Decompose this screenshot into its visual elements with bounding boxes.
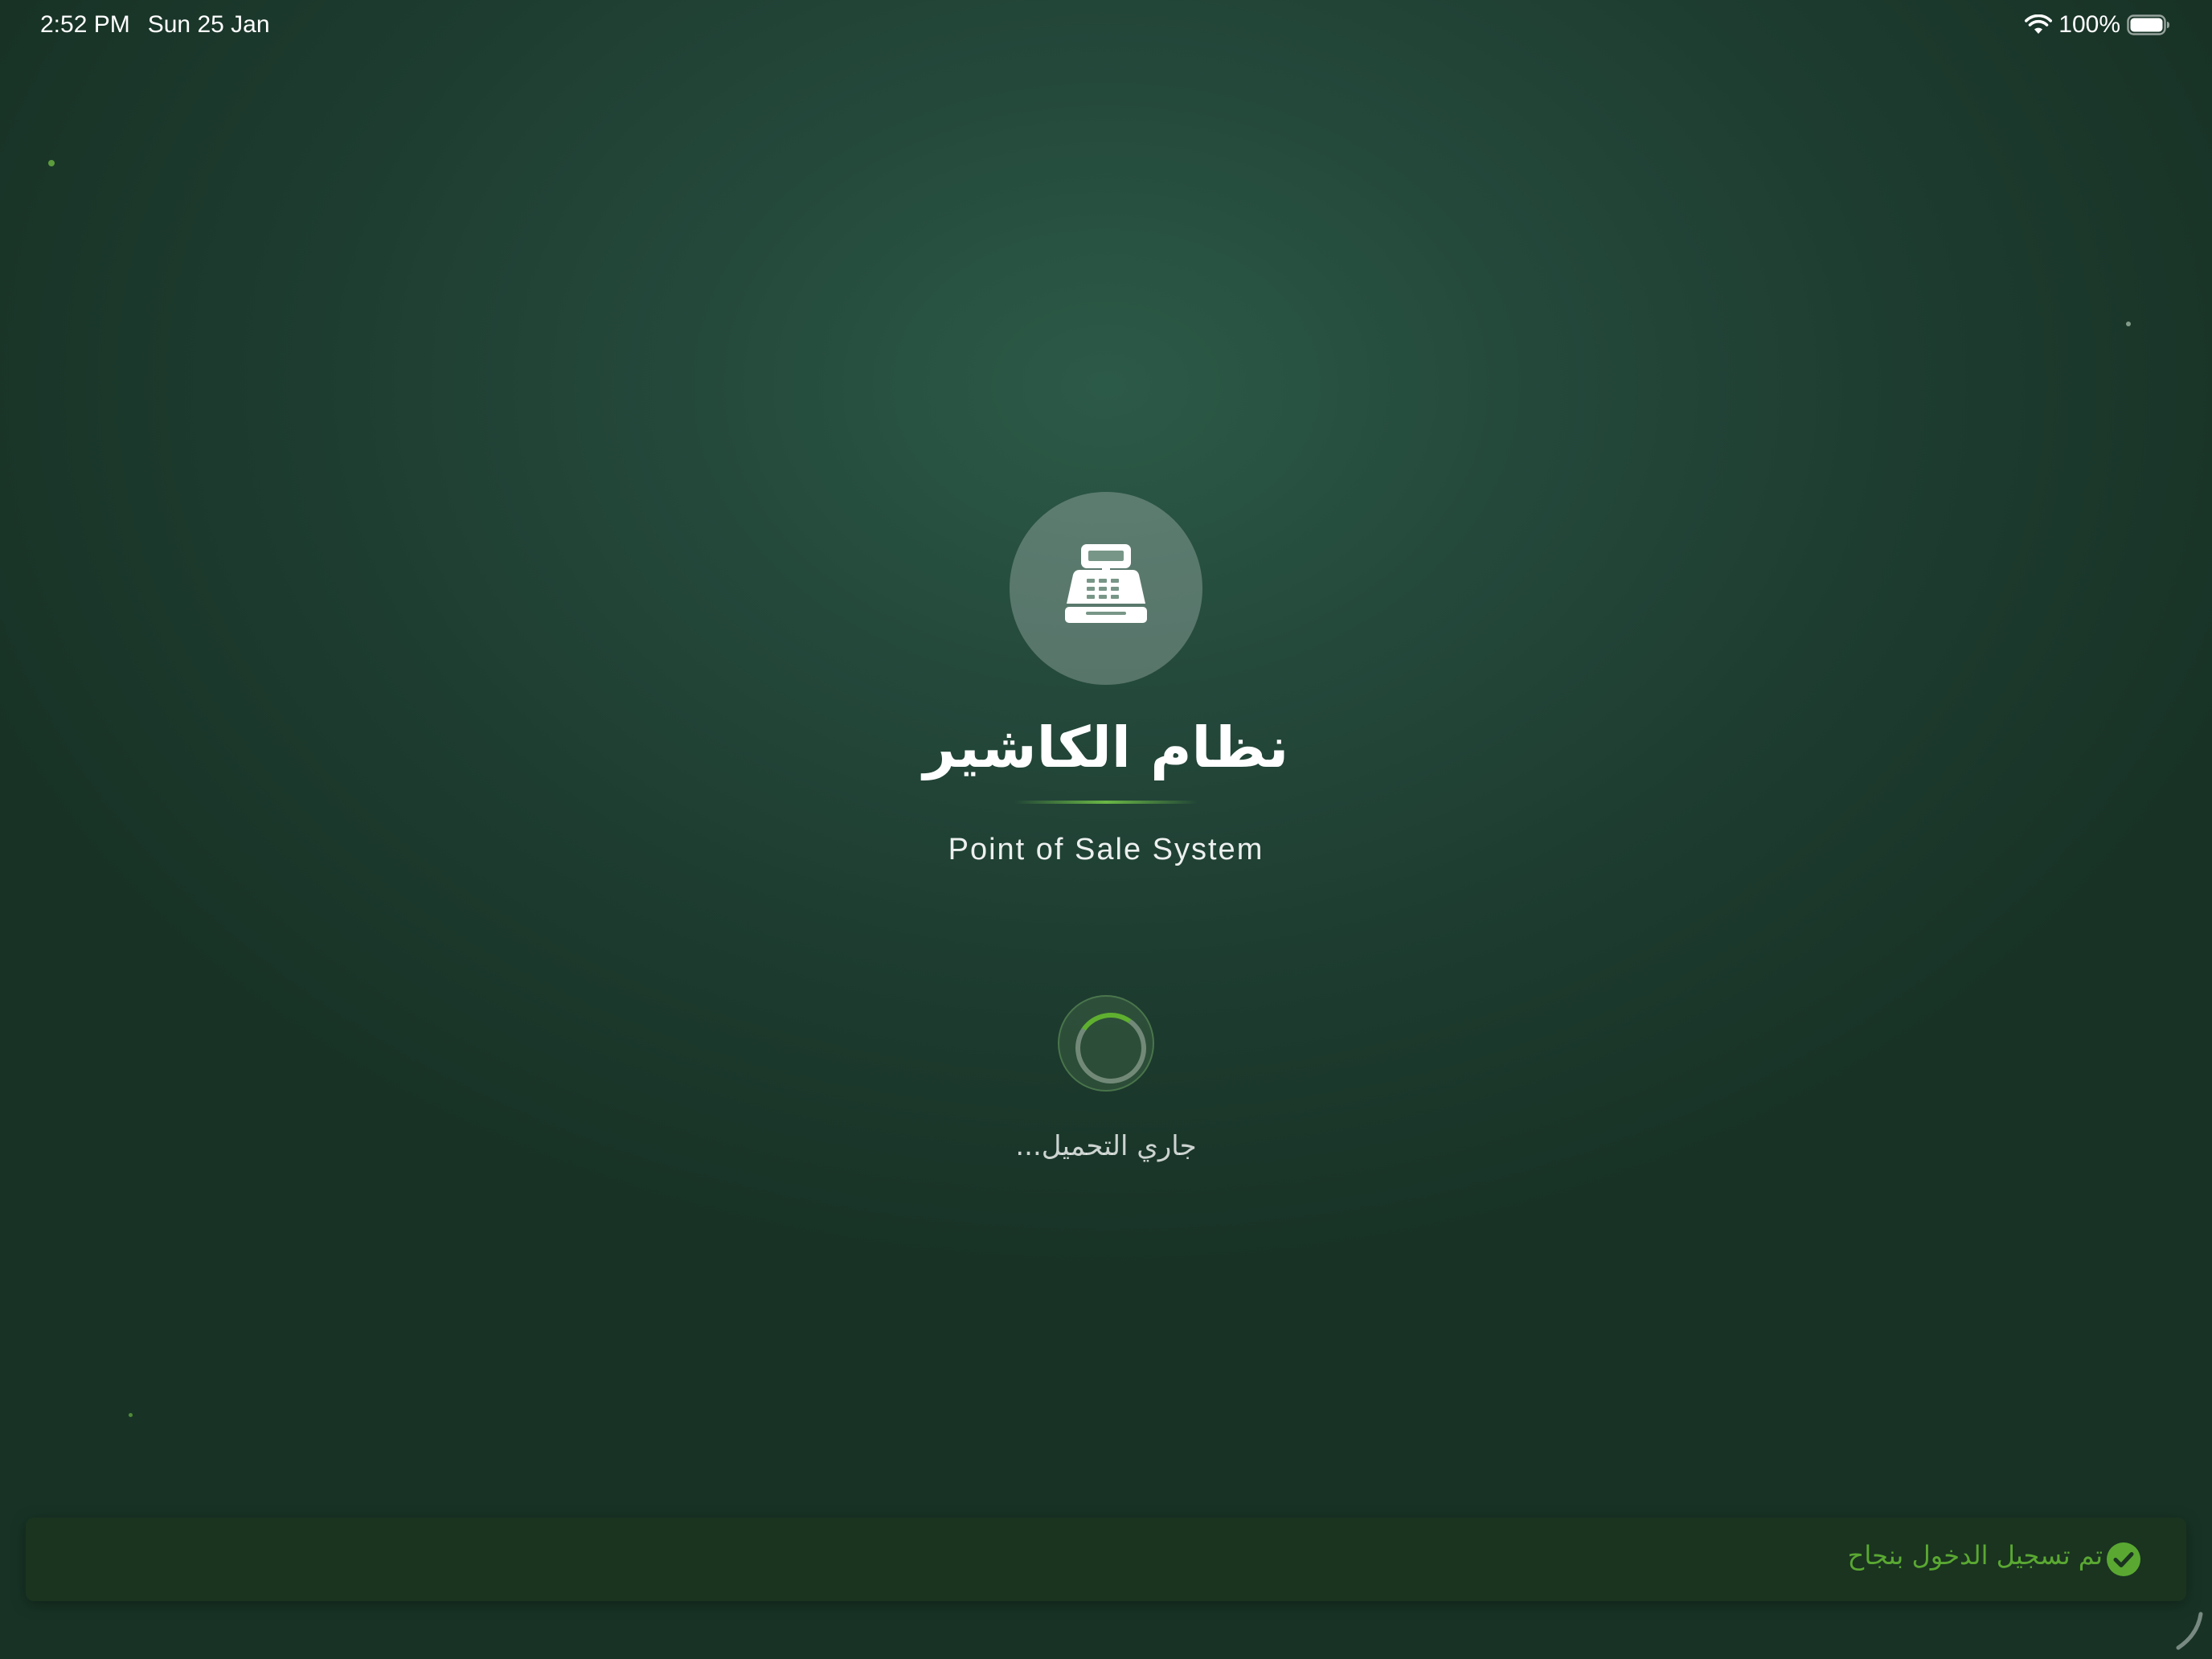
decorative-dot [48, 160, 55, 166]
app-subtitle: Point of Sale System [948, 833, 1264, 866]
loading-spinner [1058, 995, 1154, 1092]
decorative-dot [2126, 322, 2131, 326]
app-logo [1010, 492, 1202, 685]
app-title: نظام الكاشير [923, 715, 1289, 780]
status-bar-right: 100% [2025, 11, 2170, 39]
check-circle-icon [2106, 1542, 2141, 1577]
decorative-dot [129, 1413, 133, 1417]
status-time: 2:52 PM [40, 11, 130, 38]
loading-text: جاري التحميل... [1015, 1130, 1197, 1162]
battery-percentage: 100% [2058, 11, 2120, 38]
cash-register-icon [1062, 543, 1150, 634]
status-bar: 2:52 PM Sun 25 Jan 100% [0, 0, 2212, 51]
wifi-icon [2025, 14, 2053, 35]
title-divider [1014, 801, 1198, 804]
spinner-ring [1070, 1007, 1152, 1089]
status-bar-left: 2:52 PM Sun 25 Jan [40, 11, 270, 39]
toast-message: تم تسجيل الدخول بنجاح [1847, 1540, 2103, 1571]
success-toast[interactable]: تم تسجيل الدخول بنجاح [26, 1518, 2186, 1601]
status-date: Sun 25 Jan [147, 11, 270, 38]
corner-handle-icon[interactable] [2161, 1608, 2209, 1656]
battery-icon [2127, 14, 2170, 35]
